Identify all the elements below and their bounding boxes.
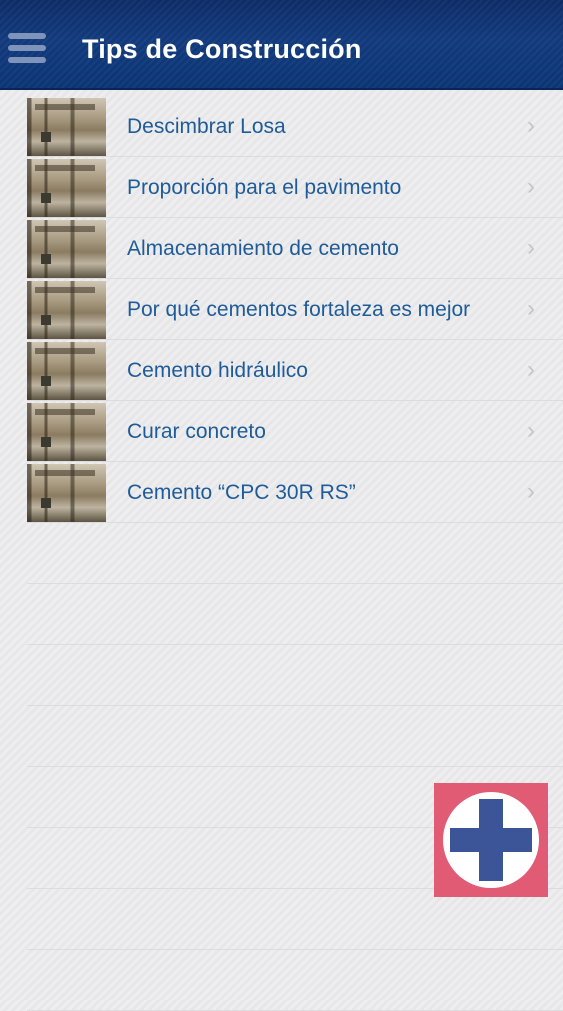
construction-thumbnail [27, 403, 106, 461]
construction-thumbnail [27, 220, 106, 278]
navigation-bar: Tips de Construcción [0, 0, 563, 90]
list-item-label: Descimbrar Losa [127, 115, 286, 138]
cross-horizontal-bar [450, 828, 532, 852]
construction-thumbnail [27, 464, 106, 522]
list-item[interactable]: Curar concreto › [27, 401, 563, 462]
construction-thumbnail [27, 98, 106, 156]
empty-row-divider [27, 645, 563, 706]
list-item-label: Almacenamiento de cemento [127, 237, 399, 260]
chevron-right-icon: › [527, 417, 535, 444]
list-item[interactable]: Por qué cementos fortaleza es mejor › [27, 279, 563, 340]
list-item-label: Por qué cementos fortaleza es mejor [127, 298, 471, 321]
chevron-right-icon: › [527, 173, 535, 200]
list-item-label: Cemento hidráulico [127, 359, 308, 382]
hamburger-menu-icon[interactable] [8, 33, 48, 67]
empty-row-divider [27, 889, 563, 950]
list-item[interactable]: Almacenamiento de cemento › [27, 218, 563, 279]
empty-row-divider [27, 584, 563, 645]
chevron-right-icon: › [527, 112, 535, 139]
list-item-label: Cemento “CPC 30R RS” [127, 481, 356, 504]
medical-cross-button[interactable] [434, 783, 548, 897]
construction-thumbnail [27, 342, 106, 400]
page-title: Tips de Construcción [82, 34, 362, 64]
chevron-right-icon: › [527, 356, 535, 383]
list-item-label: Proporción para el pavimento [127, 176, 402, 199]
list-item[interactable]: Cemento “CPC 30R RS” › [27, 462, 563, 523]
construction-thumbnail [27, 159, 106, 217]
empty-row-divider [27, 523, 563, 584]
chevron-right-icon: › [527, 478, 535, 505]
chevron-right-icon: › [527, 234, 535, 261]
list-item[interactable]: Proporción para el pavimento › [27, 157, 563, 218]
empty-row-divider [27, 950, 563, 1011]
chevron-right-icon: › [527, 295, 535, 322]
list-item[interactable]: Descimbrar Losa › [27, 96, 563, 157]
construction-thumbnail [27, 281, 106, 339]
list-item[interactable]: Cemento hidráulico › [27, 340, 563, 401]
list-item-label: Curar concreto [127, 420, 266, 443]
empty-row-divider [27, 706, 563, 767]
